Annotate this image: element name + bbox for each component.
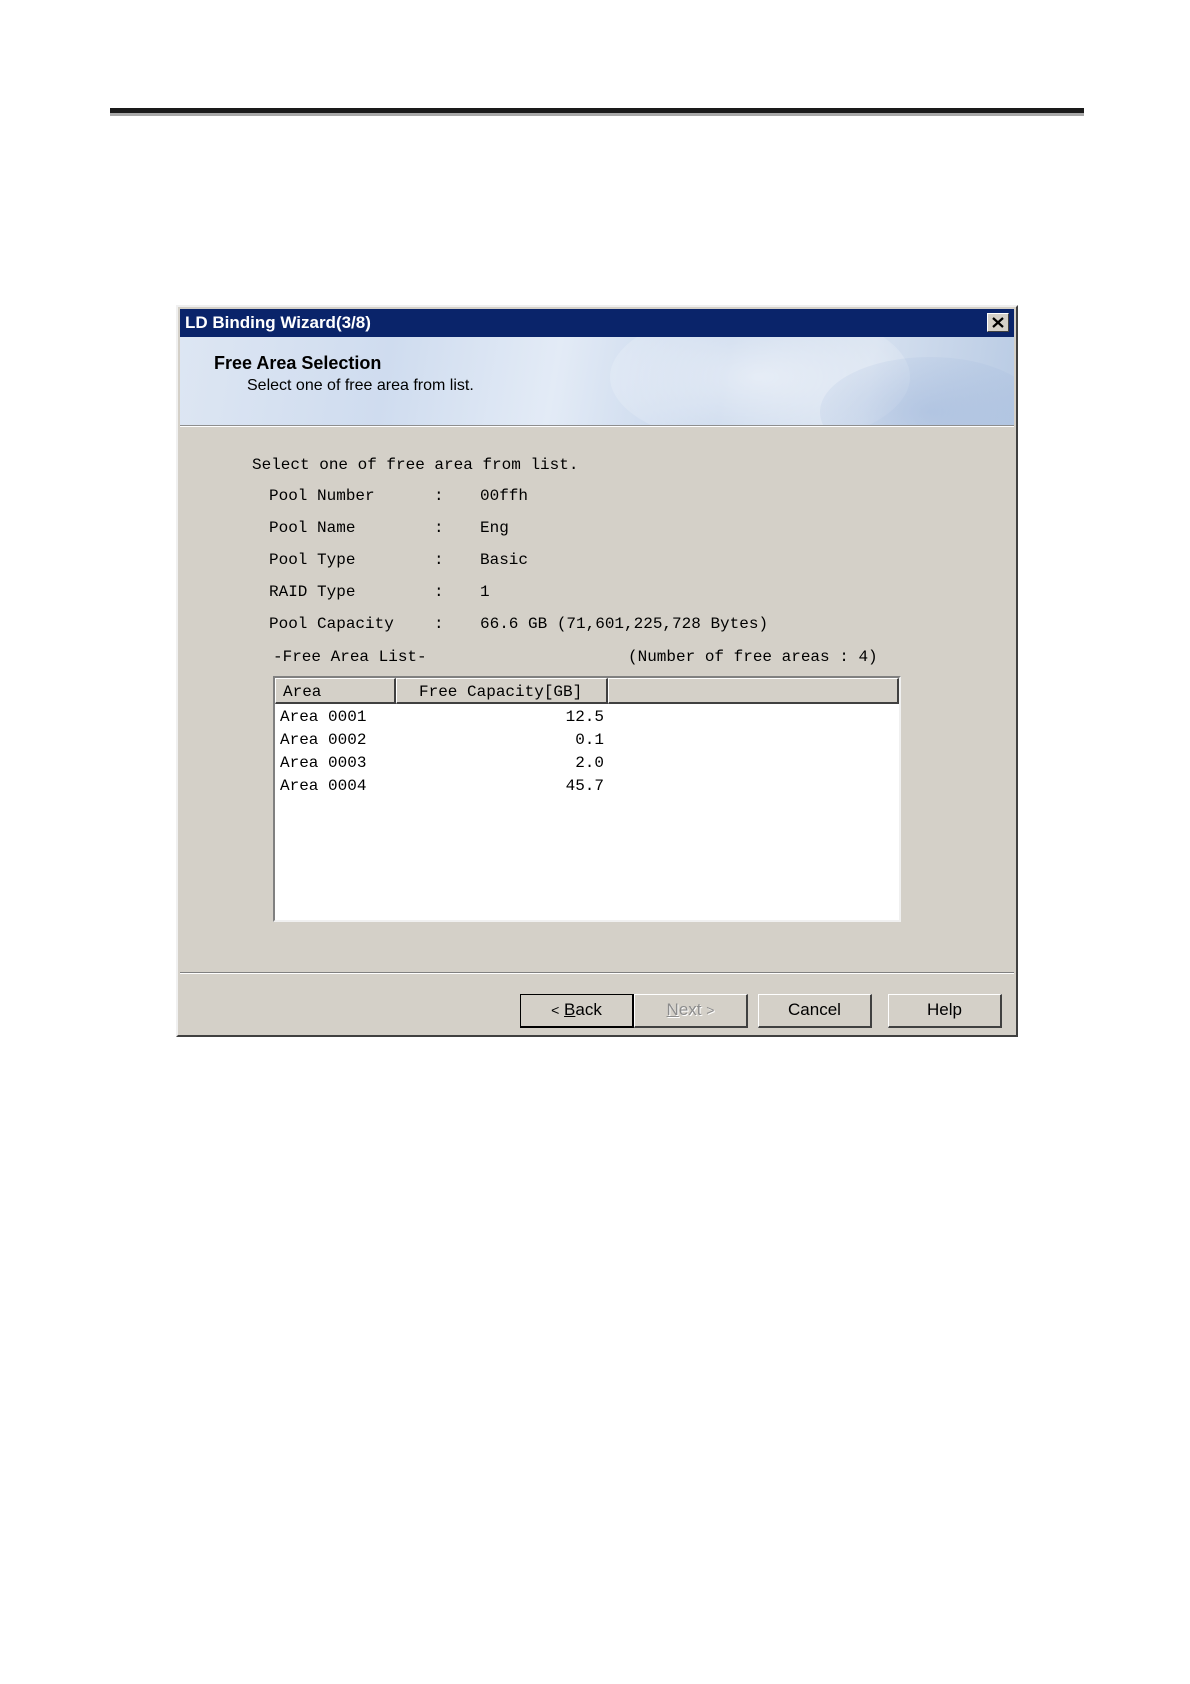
pool-number-label: Pool Number: [269, 487, 375, 505]
pool-name-value: Eng: [480, 519, 509, 537]
next-button[interactable]: Next >: [634, 994, 748, 1028]
capacity-cell: 45.7: [565, 777, 604, 795]
close-button[interactable]: [987, 313, 1009, 332]
area-cell: Area 0001: [280, 708, 367, 726]
capacity-cell: 0.1: [575, 731, 604, 749]
list-row[interactable]: Area 0001 12.5: [275, 707, 899, 730]
back-arrow: <: [551, 1002, 560, 1018]
intro-text: Select one of free area from list.: [252, 456, 579, 474]
close-icon: [992, 317, 1004, 328]
raid-type-value: 1: [480, 583, 490, 601]
next-arrow: >: [706, 1002, 715, 1018]
wizard-banner: Free Area Selection Select one of free a…: [180, 337, 1014, 426]
info-colon: :: [434, 615, 444, 633]
info-colon: :: [434, 487, 444, 505]
window-title: LD Binding Wizard(3/8): [185, 313, 371, 332]
cancel-button[interactable]: Cancel: [758, 994, 872, 1028]
pool-type-value: Basic: [480, 551, 529, 569]
column-header-label: Free Capacity[GB]: [419, 683, 583, 701]
pool-type-label: Pool Type: [269, 551, 356, 569]
ld-binding-wizard-dialog: LD Binding Wizard(3/8) Free Area Selecti…: [176, 305, 1018, 1037]
column-header-free-capacity[interactable]: Free Capacity[GB]: [396, 678, 608, 704]
page-header-rule-shadow: [110, 113, 1084, 116]
help-button[interactable]: Help: [888, 994, 1002, 1028]
capacity-cell: 2.0: [575, 754, 604, 772]
list-row[interactable]: Area 0002 0.1: [275, 730, 899, 753]
next-label-rest: ext: [678, 1000, 702, 1019]
free-area-listview[interactable]: Area Free Capacity[GB] Area 0001 12.5 Ar…: [273, 676, 901, 922]
button-area-separator-highlight: [180, 973, 1014, 974]
pool-capacity-label: Pool Capacity: [269, 615, 394, 633]
pool-name-label: Pool Name: [269, 519, 356, 537]
list-row[interactable]: Area 0003 2.0: [275, 753, 899, 776]
capacity-cell: 12.5: [565, 708, 604, 726]
pool-number-value: 00ffh: [480, 487, 529, 505]
column-header-empty[interactable]: [608, 678, 899, 704]
list-header: Area Free Capacity[GB]: [275, 678, 899, 704]
back-mnemonic: B: [564, 1000, 576, 1019]
free-area-list-title: -Free Area List-: [273, 648, 427, 666]
banner-separator: [180, 426, 1014, 427]
banner-subtitle: Select one of free area from list.: [247, 377, 474, 394]
info-colon: :: [434, 551, 444, 569]
area-cell: Area 0003: [280, 754, 367, 772]
raid-type-label: RAID Type: [269, 583, 356, 601]
area-cell: Area 0002: [280, 731, 367, 749]
banner-title: Free Area Selection: [214, 353, 382, 373]
column-header-label: Area: [283, 683, 322, 701]
info-colon: :: [434, 583, 444, 601]
info-colon: :: [434, 519, 444, 537]
next-mnemonic: N: [666, 1000, 679, 1019]
list-row[interactable]: Area 0004 45.7: [275, 776, 899, 799]
free-area-count: (Number of free areas : 4): [628, 648, 878, 666]
area-cell: Area 0004: [280, 777, 367, 795]
column-header-area[interactable]: Area: [275, 678, 396, 704]
pool-capacity-value: 66.6 GB (71,601,225,728 Bytes): [480, 615, 769, 633]
title-bar[interactable]: LD Binding Wizard(3/8): [180, 309, 1014, 337]
back-button[interactable]: < Back: [520, 994, 634, 1028]
back-label-rest: ack: [575, 1000, 602, 1019]
